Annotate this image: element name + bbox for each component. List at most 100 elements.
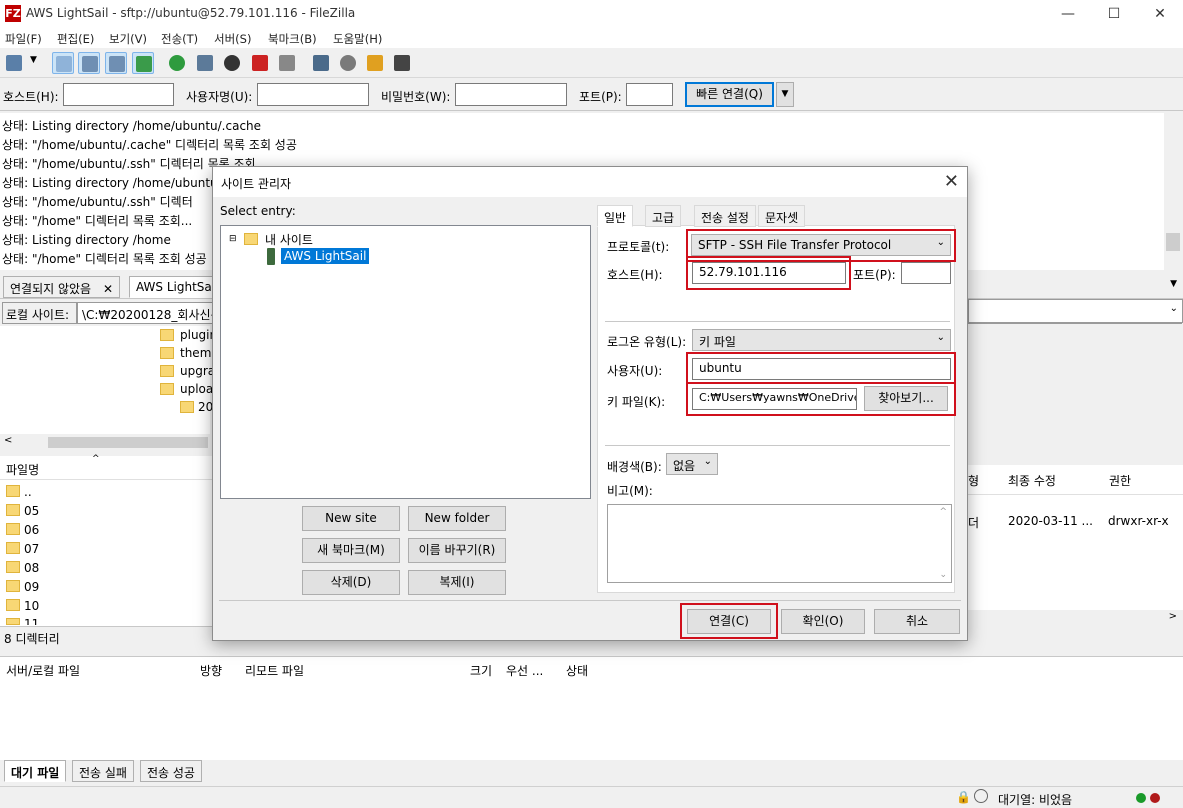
tab-failed-transfers[interactable]: 전송 실패 [72, 760, 134, 782]
tab-successful-transfers[interactable]: 전송 성공 [140, 760, 202, 782]
list-item[interactable]: 05 [24, 504, 39, 518]
list-item[interactable]: 09 [24, 580, 39, 594]
password-input[interactable] [455, 83, 567, 106]
comment-textarea[interactable]: ^ ⌄ [607, 504, 952, 583]
column-remote-file[interactable]: 리모트 파일 [245, 662, 304, 679]
menu-help[interactable]: 도움말(H) [333, 31, 382, 47]
scroll-thumb[interactable] [1166, 233, 1180, 251]
menu-server[interactable]: 서버(S) [214, 31, 251, 47]
column-priority[interactable]: 우선 ... [506, 662, 543, 679]
delete-button[interactable]: 삭제(D) [302, 570, 400, 595]
duplicate-button[interactable]: 복제(I) [408, 570, 506, 595]
new-bookmark-button[interactable]: 새 북마크(M) [302, 538, 400, 563]
tab-transfer-settings[interactable]: 전송 설정 [694, 205, 756, 227]
column-type[interactable]: 형 [968, 472, 979, 489]
site-folder-my-sites[interactable]: 내 사이트 [265, 231, 313, 248]
collapse-icon[interactable]: ⊟ [229, 234, 237, 244]
highlight-box [680, 603, 778, 639]
dir-compare-icon[interactable] [310, 52, 332, 74]
column-status[interactable]: 상태 [566, 662, 588, 679]
cancel-icon[interactable] [221, 52, 243, 74]
port-input[interactable] [901, 262, 951, 284]
toggle-remote-tree-icon[interactable] [105, 52, 127, 74]
list-item[interactable]: 07 [24, 542, 39, 556]
tree-hscrollbar[interactable]: < [0, 434, 212, 451]
local-status: 8 디렉터리 [0, 626, 212, 648]
list-item[interactable]: .. [24, 485, 32, 499]
list-item[interactable]: 06 [24, 523, 39, 537]
column-size[interactable]: 크기 [470, 662, 492, 679]
chevron-down-icon[interactable]: ▼ [1170, 279, 1177, 289]
logon-type-select[interactable]: 키 파일 ⌄ [692, 329, 951, 351]
host-input[interactable] [63, 83, 174, 106]
tab-charset[interactable]: 문자셋 [758, 205, 806, 227]
list-item[interactable]: 11 [24, 617, 39, 625]
new-folder-button[interactable]: New folder [408, 506, 506, 531]
tab-general[interactable]: 일반 [597, 205, 634, 227]
site-manager-dialog: 사이트 관리자 ✕ Select entry: ⊟ 내 사이트 AWS Ligh… [212, 166, 968, 641]
highlight-box [686, 256, 851, 290]
rename-button[interactable]: 이름 바꾸기(R) [408, 538, 506, 563]
remote-path-input[interactable]: ⌄ [968, 299, 1183, 323]
minimize-icon[interactable]: — [1045, 0, 1091, 28]
chevron-up-icon[interactable]: ^ [939, 507, 947, 517]
refresh-icon[interactable] [166, 52, 188, 74]
maximize-icon[interactable]: ☐ [1091, 0, 1137, 28]
list-item[interactable]: 08 [24, 561, 39, 575]
reconnect-icon[interactable] [276, 52, 298, 74]
filter-icon[interactable] [194, 52, 216, 74]
host-label: 호스트(H): [3, 90, 59, 104]
chevron-left-icon[interactable]: < [4, 435, 12, 446]
menu-view[interactable]: 보기(V) [109, 31, 147, 47]
close-icon[interactable]: ✕ [944, 171, 959, 192]
disconnect-icon[interactable] [249, 52, 271, 74]
close-icon[interactable]: ✕ [103, 282, 113, 296]
logon-type-value: 키 파일 [699, 335, 736, 349]
site-entry-aws-lightsail[interactable]: AWS LightSail [281, 248, 370, 264]
tab-advanced[interactable]: 고급 [645, 205, 682, 227]
column-modified[interactable]: 최종 수정 [1008, 472, 1056, 489]
toggle-local-tree-icon[interactable] [78, 52, 100, 74]
column-filename[interactable]: 파일명 [6, 461, 39, 478]
bgcolor-select[interactable]: 없음 ⌄ [666, 453, 718, 475]
quickconnect-dropdown-icon[interactable]: ▼ [776, 82, 794, 107]
list-item[interactable]: 10 [24, 599, 39, 613]
column-direction[interactable]: 방향 [200, 662, 222, 679]
remote-hscrollbar[interactable]: > [968, 610, 1183, 626]
close-icon[interactable]: ✕ [1137, 0, 1183, 28]
port-input[interactable] [626, 83, 673, 106]
menu-edit[interactable]: 편집(E) [57, 31, 94, 47]
scroll-thumb[interactable] [48, 437, 208, 448]
cancel-button[interactable]: 취소 [874, 609, 960, 634]
chevron-down-icon[interactable]: ⌄ [939, 570, 947, 580]
user-label: 사용자(U): [607, 364, 663, 378]
column-permissions[interactable]: 권한 [1109, 472, 1131, 489]
toggle-queue-icon[interactable] [132, 52, 154, 74]
filezilla-icon: FZ [5, 5, 21, 22]
tree-item[interactable]: 20 [198, 400, 213, 414]
log-scrollbar[interactable] [1164, 113, 1183, 270]
chevron-down-icon: ⌄ [703, 456, 712, 467]
chevron-down-icon[interactable]: ⌄ [1170, 303, 1178, 314]
binoculars-icon[interactable] [391, 52, 413, 74]
ok-button[interactable]: 확인(O) [781, 609, 865, 634]
quickconnect-button[interactable]: 빠른 연결(Q) [685, 82, 774, 107]
username-input[interactable] [257, 83, 369, 106]
new-site-button[interactable]: New site [302, 506, 400, 531]
search-icon[interactable] [337, 52, 359, 74]
sync-browse-icon[interactable] [364, 52, 386, 74]
site-manager-icon[interactable] [3, 52, 25, 74]
protocol-label: 프로토콜(t): [607, 240, 670, 254]
menu-bookmarks[interactable]: 북마크(B) [268, 31, 317, 47]
menu-file[interactable]: 파일(F) [5, 31, 42, 47]
toggle-log-icon[interactable] [52, 52, 74, 74]
tab-disconnected[interactable]: 연결되지 않았음 ✕ [3, 276, 120, 298]
chevron-down-icon[interactable]: ▼ [28, 52, 40, 74]
chevron-right-icon[interactable]: > [1169, 611, 1177, 622]
column-server-local-file[interactable]: 서버/로컬 파일 [6, 662, 80, 679]
tab-aws-lightsail[interactable]: AWS LightSail [129, 276, 226, 298]
password-label: 비밀번호(W): [381, 90, 451, 104]
bgcolor-value: 없음 [673, 459, 696, 473]
menu-transfer[interactable]: 전송(T) [161, 31, 198, 47]
tab-queued-files[interactable]: 대기 파일 [4, 760, 67, 782]
